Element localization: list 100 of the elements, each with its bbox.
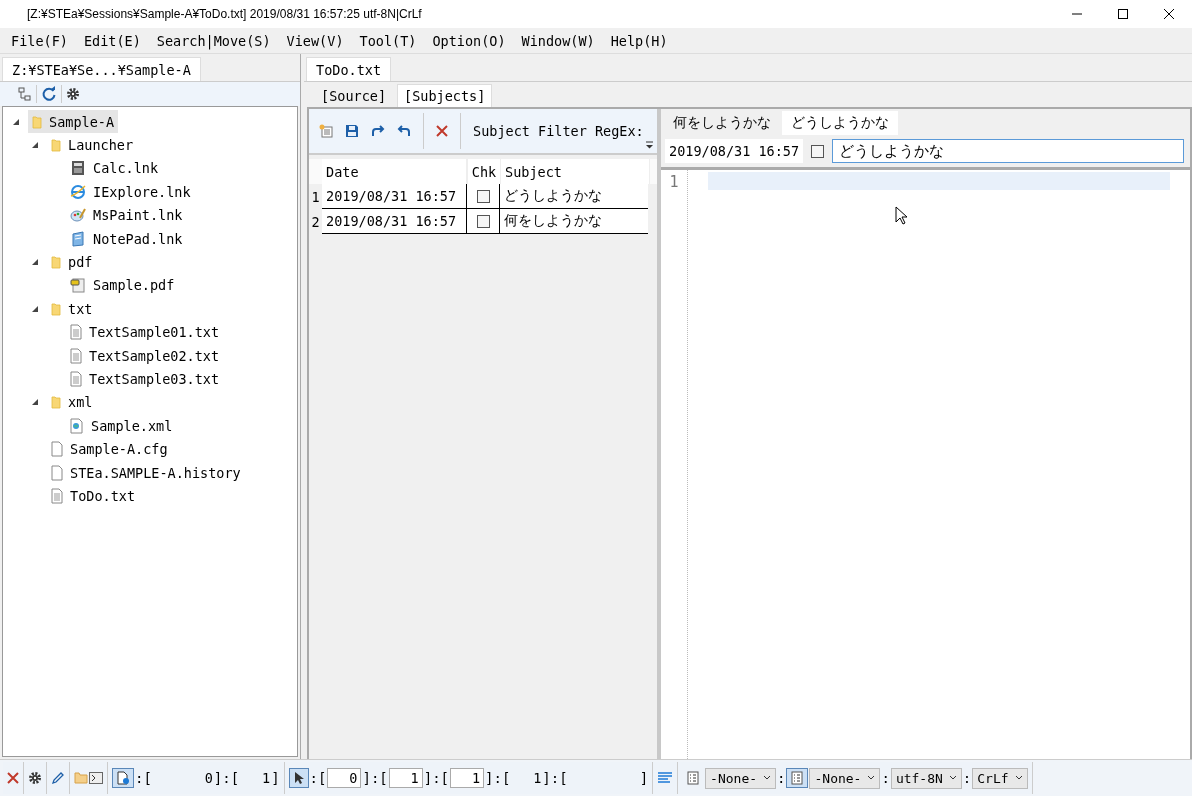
- checkbox[interactable]: [811, 144, 825, 158]
- status-text: :[: [309, 770, 327, 786]
- collapse-arrow-icon[interactable]: [31, 141, 39, 150]
- file-tab[interactable]: ToDo.txt: [306, 57, 392, 81]
- collapse-arrow-icon[interactable]: [31, 304, 39, 313]
- delete-icon[interactable]: [436, 125, 448, 137]
- web-file-icon: [70, 417, 84, 434]
- status-text: ]:[: [485, 770, 511, 786]
- status-number-field[interactable]: 1: [388, 768, 423, 788]
- menu-item[interactable]: Tool(T): [351, 32, 425, 49]
- file-icon: [51, 441, 63, 458]
- chevron-down-icon: [867, 775, 876, 781]
- refresh-icon[interactable]: [41, 86, 57, 102]
- view-tab[interactable]: [Subjects]: [397, 84, 493, 107]
- close-icon[interactable]: [1164, 9, 1174, 19]
- text-lines-icon[interactable]: [657, 771, 674, 785]
- menu-item[interactable]: Search|Move(S): [148, 32, 279, 49]
- menu-item[interactable]: Window(W): [513, 32, 603, 49]
- column-header[interactable]: Chk: [467, 159, 501, 184]
- tree-item[interactable]: STEa.SAMPLE-A.history: [47, 461, 245, 485]
- date-text: 2019/08/31 16:57: [665, 139, 804, 163]
- save-icon[interactable]: [345, 124, 359, 138]
- tree-item[interactable]: NotePad.lnk: [66, 227, 187, 251]
- folder-icon: [32, 114, 42, 129]
- overflow-icon[interactable]: [646, 141, 653, 149]
- table-cell: 何をしようかな: [500, 209, 648, 234]
- status-text: ]:[: [362, 770, 388, 786]
- redo-icon[interactable]: [371, 124, 385, 138]
- undo-icon[interactable]: [397, 124, 411, 138]
- tree-item[interactable]: TextSample02.txt: [66, 344, 224, 368]
- tree-item[interactable]: Sample-A: [28, 110, 119, 134]
- tree-item[interactable]: xml: [47, 390, 97, 414]
- tree-item[interactable]: IExplore.lnk: [66, 180, 195, 204]
- status-value: 0: [203, 770, 213, 786]
- subject-tab[interactable]: 何をしようかな: [664, 111, 780, 135]
- dropdown[interactable]: -None-: [705, 767, 777, 789]
- toggle-button[interactable]: [786, 768, 809, 788]
- tree-item[interactable]: Sample-A.cfg: [47, 437, 172, 461]
- settings-icon[interactable]: [66, 87, 80, 101]
- status-number-field[interactable]: 0: [327, 768, 362, 788]
- tree-item[interactable]: MsPaint.lnk: [66, 203, 187, 227]
- status-value: 1: [261, 770, 271, 786]
- subject-tab[interactable]: どうしようかな: [782, 111, 898, 135]
- pointer-mode-button[interactable]: [288, 768, 309, 788]
- collapse-arrow-icon[interactable]: [31, 398, 39, 407]
- calculator-icon: [70, 160, 86, 177]
- menu-item[interactable]: File(F): [3, 32, 76, 49]
- pencil-icon[interactable]: [51, 771, 65, 785]
- menu-item[interactable]: Edit(E): [75, 32, 149, 49]
- dropdown[interactable]: CrLf: [972, 767, 1028, 789]
- status-text: :: [962, 770, 972, 786]
- folder-icon: [51, 255, 61, 270]
- folder-tab[interactable]: Z:¥STEa¥Se...¥Sample-A: [2, 57, 201, 81]
- checkbox[interactable]: [476, 214, 490, 228]
- dropdown[interactable]: utf-8N: [890, 767, 962, 789]
- text-file-icon: [70, 324, 82, 341]
- table-cell: どうしようかな: [500, 184, 648, 209]
- tree-item[interactable]: TextSample01.txt: [66, 320, 224, 344]
- terminal-icon[interactable]: [89, 772, 103, 784]
- document-icon: [70, 277, 86, 294]
- checkbox[interactable]: [476, 189, 490, 203]
- subject-input[interactable]: どうしようかな: [832, 139, 1184, 163]
- tree-item[interactable]: ToDo.txt: [47, 484, 140, 508]
- menu-item[interactable]: Help(H): [602, 32, 676, 49]
- status-text: ]: [639, 770, 649, 786]
- table-cell: 2019/08/31 16:57: [322, 184, 466, 209]
- tree-structure-icon[interactable]: [18, 87, 32, 101]
- status-value: 1: [532, 770, 542, 786]
- tree-item[interactable]: Sample.xml: [66, 414, 177, 438]
- row-number: 1: [310, 187, 321, 207]
- column-header[interactable]: Date: [322, 159, 467, 184]
- dropdown[interactable]: -None-: [809, 767, 881, 789]
- window-title: [Z:¥STEa¥Sessions¥Sample-A¥ToDo.txt] 2019/08/31 16:57:25 utf-8N|CrLf: [26, 7, 423, 21]
- status-text: ]:[: [542, 770, 568, 786]
- status-text: ]: [271, 770, 280, 786]
- text-file-icon: [51, 487, 63, 504]
- maximize-icon[interactable]: [1118, 9, 1128, 19]
- list-icon: [686, 771, 701, 785]
- status-text: ]:[: [423, 770, 450, 786]
- chevron-down-icon: [948, 775, 957, 781]
- tree-item[interactable]: Calc.lnk: [66, 156, 163, 180]
- view-tab[interactable]: [Source]: [314, 84, 394, 107]
- column-header[interactable]: Subject: [501, 159, 650, 184]
- collapse-arrow-icon[interactable]: [12, 117, 20, 126]
- menu-item[interactable]: Option(O): [424, 32, 514, 49]
- tree-item[interactable]: pdf: [47, 250, 97, 274]
- pointer-icon: [292, 771, 305, 785]
- file-info-button[interactable]: [112, 768, 134, 788]
- collapse-arrow-icon[interactable]: [31, 258, 39, 267]
- menu-item[interactable]: View(V): [278, 32, 352, 49]
- settings-icon[interactable]: [28, 771, 42, 785]
- tree-item[interactable]: txt: [47, 297, 97, 321]
- tree-item[interactable]: Launcher: [47, 133, 138, 157]
- tree-item[interactable]: TextSample03.txt: [66, 367, 224, 391]
- text-file-icon: [70, 347, 82, 364]
- status-number-field[interactable]: 1: [450, 768, 485, 788]
- line-number: 1: [669, 173, 679, 191]
- status-text: :: [881, 770, 890, 786]
- status-text: ]:[: [213, 770, 240, 786]
- tree-item[interactable]: Sample.pdf: [66, 273, 179, 297]
